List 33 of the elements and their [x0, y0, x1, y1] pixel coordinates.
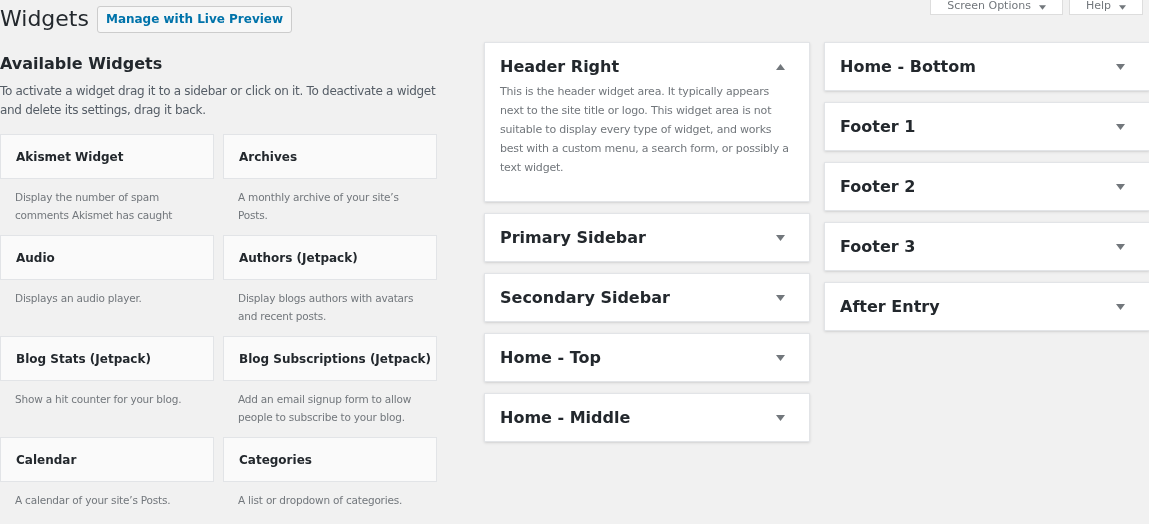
- sidebar-area-title[interactable]: Footer 3: [840, 234, 916, 259]
- widget-item[interactable]: Calendar: [0, 437, 214, 482]
- widget-description: Display blogs authors with avatars and recent posts.: [237, 291, 415, 324]
- sidebar-area-title[interactable]: Home - Middle: [500, 405, 631, 430]
- sidebar-area-title[interactable]: Primary Sidebar: [500, 225, 646, 250]
- page-title: Widgets: [0, 5, 89, 33]
- sidebar-area-title[interactable]: Home - Bottom: [840, 54, 976, 79]
- screen-meta-tab[interactable]: Help: [1068, 0, 1143, 15]
- widget-description: Show a hit counter for your blog.: [14, 392, 183, 407]
- sidebar-area-title[interactable]: Header Right: [500, 54, 620, 79]
- widget-item[interactable]: Authors (Jetpack): [223, 235, 437, 280]
- widget-description: Display the number of spam comments Akismet has caught: [14, 190, 174, 223]
- widget-description: Add an email signup form to allow people to subscribe to your blog.: [237, 392, 413, 425]
- widget-item[interactable]: Akismet Widget: [0, 134, 214, 179]
- sidebar-area-title[interactable]: Secondary Sidebar: [500, 285, 670, 310]
- sidebar-area-title[interactable]: Footer 2: [840, 174, 916, 199]
- widget-item[interactable]: Audio: [0, 235, 214, 280]
- widget-item[interactable]: Archives: [223, 134, 437, 179]
- screen-meta-tab[interactable]: Screen Options: [930, 0, 1063, 15]
- sidebar-area-title[interactable]: Home - Top: [500, 345, 601, 370]
- widget-item[interactable]: Categories: [223, 437, 437, 482]
- widget-description: Displays an audio player.: [14, 291, 143, 306]
- sidebar-area-title[interactable]: After Entry: [840, 294, 940, 319]
- widget-description: A monthly archive of your site’s Posts.: [237, 190, 400, 223]
- widget-item[interactable]: Blog Stats (Jetpack): [0, 336, 214, 381]
- live-preview-button[interactable]: Manage with Live Preview: [96, 5, 293, 33]
- widget-description: A calendar of your site’s Posts.: [14, 493, 172, 508]
- section-description: To activate a widget drag it to a sidebar or click on it. To deactivate a widget and delete its settings, drag it back.: [0, 83, 437, 119]
- sidebar-area-title[interactable]: Footer 1: [840, 114, 916, 139]
- sidebar-area-description: This is the header widget area. It typically appears next to the site title or logo. This widget area is not suitable to display every type of widget, and works best with a custom menu, a search form, or possibly a text widget.: [499, 84, 790, 176]
- section-heading: Available Widgets: [0, 53, 164, 75]
- widget-description: A list or dropdown of categories.: [237, 493, 404, 508]
- widget-item[interactable]: Blog Subscriptions (Jetpack): [223, 336, 437, 381]
